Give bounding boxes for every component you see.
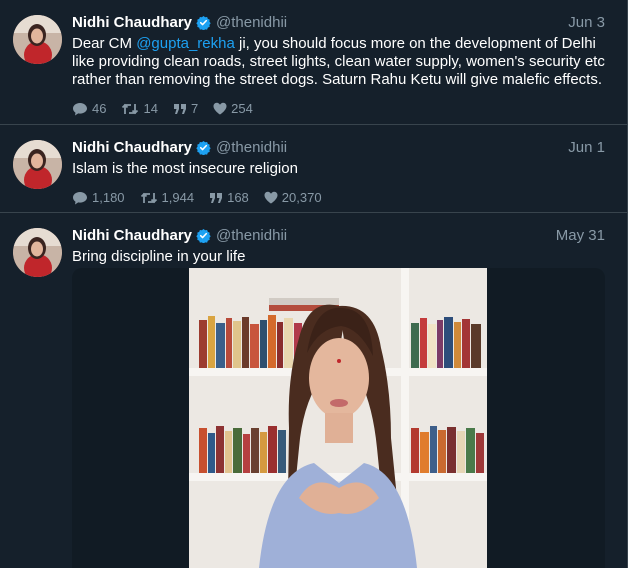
verified-badge-icon xyxy=(196,228,211,243)
avatar[interactable] xyxy=(13,15,62,64)
quote-icon xyxy=(210,192,223,203)
quote-count: 168 xyxy=(227,190,249,205)
tweet-actions: 46 14 7 254 xyxy=(72,101,605,116)
tweet-text-prefix: Dear CM xyxy=(72,35,137,52)
tweet-actions: 1,180 1,944 168 20,370 xyxy=(72,190,605,205)
reply-count: 46 xyxy=(92,101,107,116)
tweet-date[interactable]: Jun 1 xyxy=(568,139,605,156)
author-handle[interactable]: @thenidhii xyxy=(216,14,287,31)
reply-count: 1,180 xyxy=(92,190,125,205)
tweet-text: Bring discipline in your life xyxy=(72,248,246,265)
like-button[interactable]: 20,370 xyxy=(264,190,322,205)
heart-icon xyxy=(213,102,227,115)
tweet-feed: Nidhi Chaudhary @thenidhii Jun 3 Dear CM… xyxy=(0,0,628,568)
like-count: 254 xyxy=(231,101,253,116)
tweet-text: Dear CM @gupta_rekha ji, you should focu… xyxy=(72,35,605,89)
tweet-date[interactable]: May 31 xyxy=(556,227,605,244)
author-handle[interactable]: @thenidhii xyxy=(216,139,287,156)
tweet[interactable]: Nidhi Chaudhary @thenidhii Jun 1 Islam i… xyxy=(0,125,627,213)
tweet-media-container[interactable] xyxy=(72,268,605,568)
reply-button[interactable]: 1,180 xyxy=(72,190,125,205)
retweet-count: 14 xyxy=(143,101,158,116)
author-name[interactable]: Nidhi Chaudhary xyxy=(72,139,192,156)
retweet-icon xyxy=(140,192,157,203)
video-thumbnail[interactable] xyxy=(189,268,487,568)
reply-icon xyxy=(73,191,87,204)
tweet-date[interactable]: Jun 3 xyxy=(568,14,605,31)
verified-badge-icon xyxy=(196,15,211,30)
reply-button[interactable]: 46 xyxy=(72,101,106,116)
retweet-icon xyxy=(122,103,139,114)
like-button[interactable]: 254 xyxy=(213,101,253,116)
avatar[interactable] xyxy=(13,140,62,189)
tweet-text: Islam is the most insecure religion xyxy=(72,160,298,177)
quote-count: 7 xyxy=(190,101,199,116)
quote-icon xyxy=(173,103,186,114)
tweet[interactable]: Nidhi Chaudhary @thenidhii Jun 3 Dear CM… xyxy=(0,0,627,125)
heart-icon xyxy=(264,191,278,204)
avatar[interactable] xyxy=(13,228,62,277)
verified-badge-icon xyxy=(196,140,211,155)
reply-icon xyxy=(73,102,87,115)
author-handle[interactable]: @thenidhii xyxy=(216,227,287,244)
quote-button[interactable]: 7 xyxy=(173,101,198,116)
author-name[interactable]: Nidhi Chaudhary xyxy=(72,14,192,31)
author-name[interactable]: Nidhi Chaudhary xyxy=(72,227,192,244)
quote-button[interactable]: 168 xyxy=(209,190,249,205)
mention-link[interactable]: @gupta_rekha xyxy=(136,35,235,52)
retweet-count: 1,944 xyxy=(161,190,195,205)
retweet-button[interactable]: 1,944 xyxy=(140,190,195,205)
retweet-button[interactable]: 14 xyxy=(121,101,158,116)
like-count: 20,370 xyxy=(281,190,322,205)
